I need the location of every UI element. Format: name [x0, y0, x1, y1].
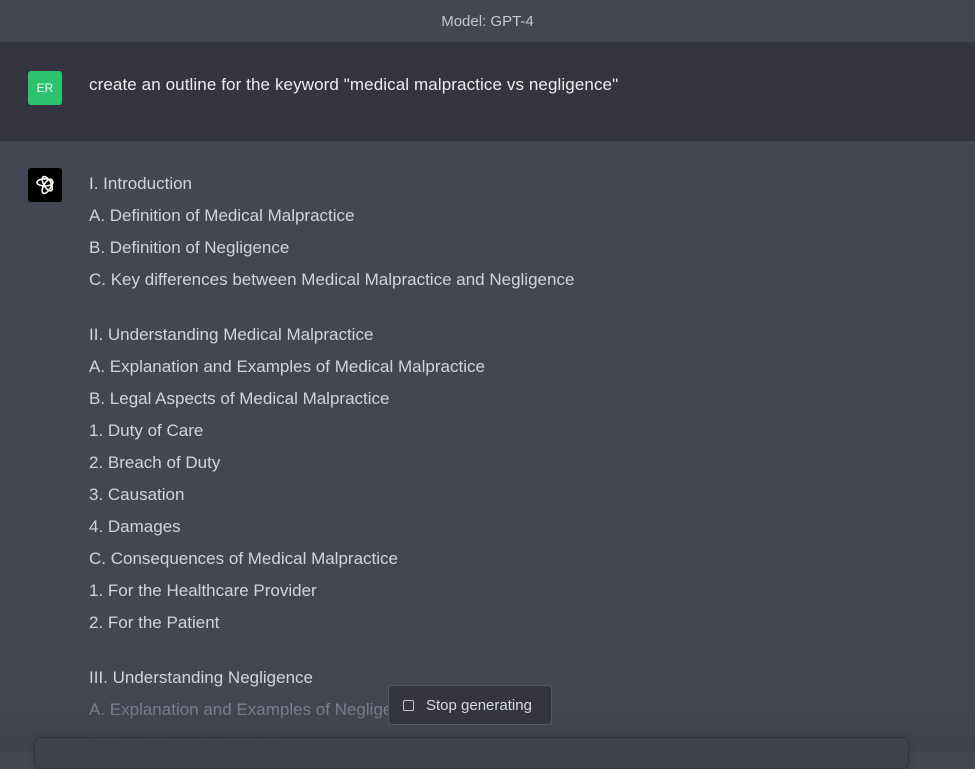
outline-item: II. Understanding Medical Malpractice — [89, 325, 374, 344]
openai-logo-icon — [36, 175, 54, 195]
outline-item: A. Definition of Medical Malpractice — [89, 206, 355, 225]
assistant-message: I. Introduction A. Definition of Medical… — [0, 141, 975, 752]
outline-item: 4. Damages — [89, 517, 181, 536]
user-message-text: create an outline for the keyword "medic… — [89, 75, 619, 94]
outline-item: B. Definition of Negligence — [89, 238, 290, 257]
outline-item: C. Key differences between Medical Malpr… — [89, 270, 575, 289]
user-avatar: ER — [28, 71, 62, 105]
outline-item: 1. For the Healthcare Provider — [89, 581, 317, 600]
user-avatar-initials: ER — [36, 81, 54, 95]
stop-square-icon — [403, 699, 414, 711]
outline-item: 3. Causation — [89, 485, 185, 504]
outline-item: A. Explanation and Examples of Medical M… — [89, 357, 485, 376]
outline-list: I. Introduction A. Definition of Medical… — [89, 173, 574, 763]
outline-item: C. Consequences of Medical Malpractice — [89, 549, 398, 568]
outline-item: B. Legal Aspects of Medical Malpractice — [89, 389, 390, 408]
message-input[interactable] — [34, 737, 909, 769]
assistant-avatar — [28, 168, 62, 202]
stop-generating-button[interactable]: Stop generating — [388, 685, 552, 725]
user-message: ER create an outline for the keyword "me… — [0, 43, 975, 141]
outline-item: I. Introduction — [89, 174, 193, 193]
stop-generating-label: Stop generating — [426, 696, 532, 714]
outline-item: 1. Duty of Care — [89, 421, 204, 440]
model-label: Model: GPT-4 — [441, 12, 534, 30]
top-bar: Model: GPT-4 — [0, 0, 975, 43]
outline-item: 2. Breach of Duty — [89, 453, 221, 472]
outline-item: 2. For the Patient — [89, 613, 220, 632]
